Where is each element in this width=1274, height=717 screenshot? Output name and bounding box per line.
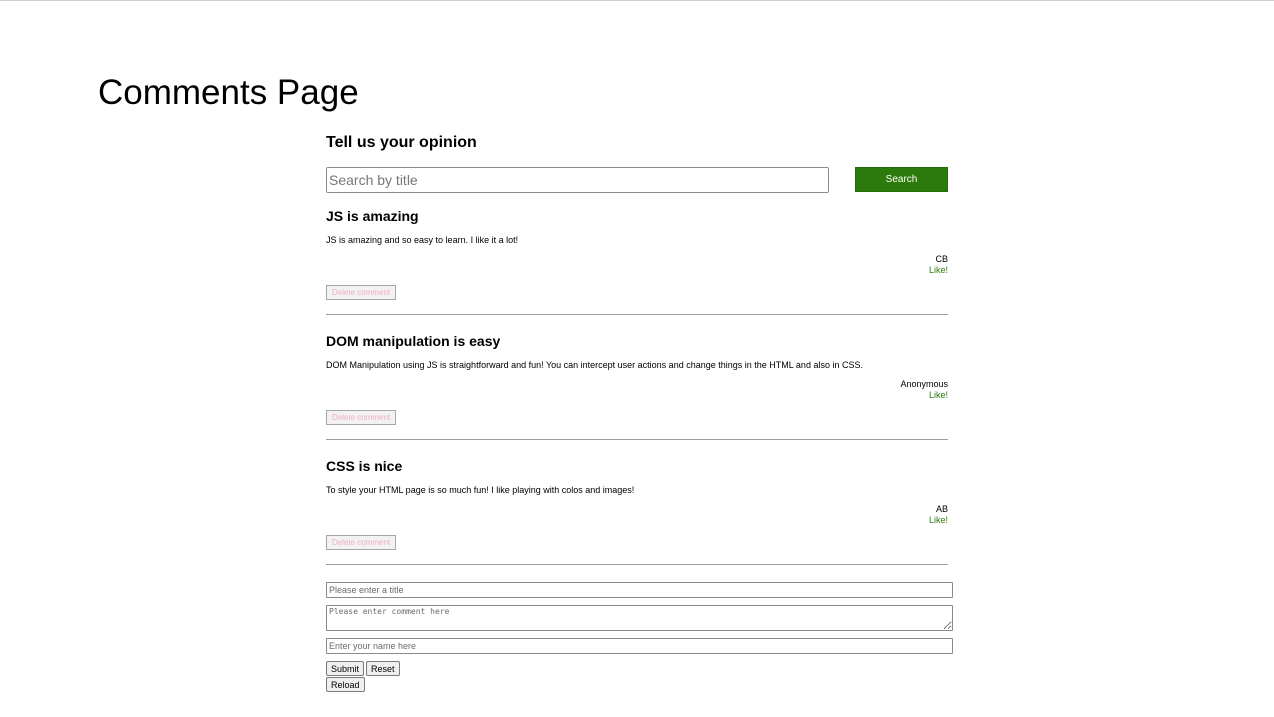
like-link[interactable]: Like!: [929, 265, 948, 276]
comment-divider: [326, 439, 948, 440]
comment-card: DOM manipulation is easy DOM Manipulatio…: [326, 318, 948, 443]
new-comment-form: SubmitReset Reload: [326, 582, 953, 692]
page-title: Comments Page: [98, 73, 359, 112]
search-button[interactable]: Search: [855, 167, 948, 192]
comment-title: DOM manipulation is easy: [326, 333, 501, 349]
comment-card: JS is amazing JS is amazing and so easy …: [326, 193, 948, 318]
delete-comment-button[interactable]: Delete comment: [326, 285, 396, 300]
like-link[interactable]: Like!: [929, 390, 948, 401]
title-input[interactable]: [326, 582, 953, 598]
reload-button[interactable]: Reload: [326, 677, 365, 692]
reload-row: Reload: [326, 677, 953, 692]
like-link[interactable]: Like!: [929, 515, 948, 526]
submit-button[interactable]: Submit: [326, 661, 365, 676]
comments-container: Tell us your opinion Search JS is amazin…: [326, 132, 954, 568]
comment-divider: [326, 314, 948, 315]
comment-title: CSS is nice: [326, 458, 403, 474]
comment-title: JS is amazing: [326, 208, 419, 224]
delete-comment-button[interactable]: Delete comment: [326, 535, 396, 550]
search-bar: Search: [326, 167, 954, 193]
comment-divider: [326, 564, 948, 565]
name-input[interactable]: [326, 638, 953, 654]
form-buttons: Submit Reset: [326, 661, 953, 676]
delete-comment-button[interactable]: Delete comment: [326, 410, 396, 425]
comment-body: DOM Manipulation using JS is straightfor…: [326, 360, 863, 370]
reset-button[interactable]: Reset: [366, 661, 400, 676]
comment-author: CB: [935, 254, 948, 264]
search-input[interactable]: [326, 167, 829, 193]
comment-card: CSS is nice To style your HTML page is s…: [326, 443, 948, 568]
comment-author: Anonymous: [900, 379, 948, 389]
opinion-heading: Tell us your opinion: [326, 134, 477, 151]
comment-textarea[interactable]: [326, 605, 953, 631]
comment-body: JS is amazing and so easy to learn. I li…: [326, 235, 519, 245]
comment-author: AB: [935, 504, 948, 514]
comment-body: To style your HTML page is so much fun! …: [326, 485, 635, 495]
